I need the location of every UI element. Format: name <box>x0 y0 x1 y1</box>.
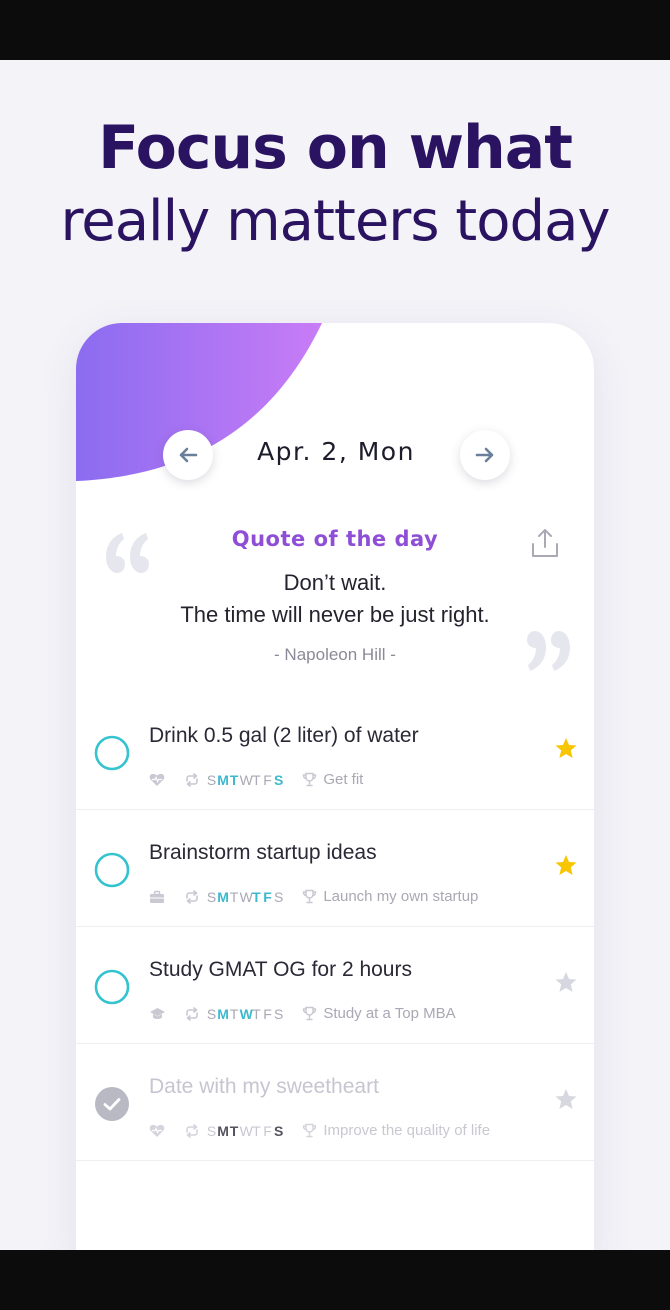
task-meta: S M T W T F S Study at a Top MBA <box>149 1005 456 1022</box>
task-list: Drink 0.5 gal (2 liter) of water S M T W T F S G… <box>76 693 594 1161</box>
heart-icon <box>149 1123 167 1139</box>
headline-line-1: Focus on what <box>98 113 573 183</box>
weekday-1: M <box>217 771 229 788</box>
weekday-0: S <box>206 888 217 905</box>
weekday-6: S <box>274 888 284 905</box>
quote-text: Don’t wait. The time will never be just … <box>76 567 594 631</box>
navigation-bar <box>0 1250 670 1310</box>
quote-line-1: Don’t wait. <box>283 570 387 595</box>
weekday-3: W <box>239 771 253 788</box>
repeat-icon <box>184 1123 202 1138</box>
task-checkbox[interactable] <box>94 1086 130 1127</box>
star-icon[interactable] <box>554 971 578 999</box>
task-title: Drink 0.5 gal (2 liter) of water <box>149 724 419 747</box>
star-icon[interactable] <box>554 1088 578 1116</box>
weekday-3: W <box>239 1122 253 1139</box>
weekday-2: T <box>229 888 239 905</box>
headline: Focus on what really matters today <box>0 112 670 260</box>
briefcase-icon <box>149 889 167 905</box>
weekday-4: T <box>252 1122 261 1139</box>
weekday-5: F <box>263 888 272 905</box>
repeat-days: SMTWTFS <box>206 1006 284 1022</box>
task-title: Brainstorm startup ideas <box>149 841 377 864</box>
weekday-6: S <box>274 1005 284 1022</box>
weekday-2: T <box>229 1122 239 1139</box>
trophy-icon <box>302 772 320 787</box>
quote-author: - Napoleon Hill - <box>274 645 396 664</box>
quote-title: Quote of the day <box>231 527 439 551</box>
task-title: Study GMAT OG for 2 hours <box>149 958 412 981</box>
task-goal: Improve the quality of life <box>323 1122 491 1139</box>
task-meta: S M T W T F S Improve the quality of life <box>149 1122 490 1139</box>
repeat-days: SMTWTFS <box>206 1123 284 1139</box>
arrow-left-icon <box>179 447 198 463</box>
star-icon[interactable] <box>554 854 578 882</box>
quote-line-2: The time will never be just right. <box>180 602 490 627</box>
repeat-days: SMTWTFS <box>206 889 284 905</box>
weekday-5: F <box>263 771 272 788</box>
arrow-right-icon <box>475 447 494 463</box>
weekday-2: T <box>229 771 239 788</box>
weekday-3: W <box>239 888 253 905</box>
weekday-5: F <box>263 1005 272 1022</box>
trophy-icon <box>302 889 320 904</box>
share-icon[interactable] <box>530 527 560 559</box>
weekday-6: S <box>274 1122 284 1139</box>
weekday-4: T <box>252 1005 261 1022</box>
weekday-0: S <box>206 1005 217 1022</box>
task-row[interactable]: Drink 0.5 gal (2 liter) of water S M T W T F S G… <box>76 693 594 810</box>
weekday-5: F <box>263 1122 272 1139</box>
task-title: Date with my sweetheart <box>149 1075 379 1098</box>
task-meta: S M T W T F S Get fit <box>149 771 363 788</box>
star-icon[interactable] <box>554 737 578 765</box>
weekday-1: M <box>217 1122 229 1139</box>
trophy-icon <box>302 1123 320 1138</box>
current-date: Apr. 2, Mon <box>257 437 415 466</box>
task-goal: Launch my own startup <box>323 888 479 905</box>
app-card: Apr. 2, Mon Quote of the day Don’t wait.… <box>76 323 594 1263</box>
next-day-button[interactable] <box>460 430 510 480</box>
task-goal: Get fit <box>323 771 364 788</box>
repeat-icon <box>184 772 202 787</box>
weekday-6: S <box>274 771 284 788</box>
weekday-1: M <box>217 1005 229 1022</box>
task-row[interactable]: Study GMAT OG for 2 hours S M T W T F S Study at… <box>76 927 594 1044</box>
headline-line-2: really matters today <box>60 189 610 254</box>
task-goal: Study at a Top MBA <box>323 1005 456 1022</box>
trophy-icon <box>302 1006 320 1021</box>
weekday-1: M <box>217 888 229 905</box>
weekday-0: S <box>206 1122 217 1139</box>
graduation-cap-icon <box>149 1006 167 1022</box>
task-checkbox[interactable] <box>94 852 130 893</box>
repeat-icon <box>184 1006 202 1021</box>
task-row[interactable]: Brainstorm startup ideas S M T W T F S Launch my… <box>76 810 594 927</box>
task-row[interactable]: Date with my sweetheart S M T W T F S Improve th… <box>76 1044 594 1161</box>
weekday-3: W <box>239 1005 253 1022</box>
task-meta: S M T W T F S Launch my own startup <box>149 888 478 905</box>
repeat-icon <box>184 889 202 904</box>
heart-icon <box>149 772 167 788</box>
weekday-4: T <box>252 771 261 788</box>
task-checkbox[interactable] <box>94 735 130 776</box>
weekday-0: S <box>206 771 217 788</box>
prev-day-button[interactable] <box>163 430 213 480</box>
repeat-days: SMTWTFS <box>206 772 284 788</box>
weekday-4: T <box>252 888 261 905</box>
status-bar <box>0 0 670 60</box>
task-checkbox[interactable] <box>94 969 130 1010</box>
weekday-2: T <box>229 1005 239 1022</box>
